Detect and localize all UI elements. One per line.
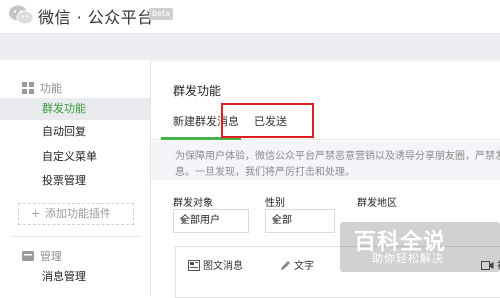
annotation-highlight-box [221,103,314,138]
news-icon [188,260,200,271]
add-plugin-label: 添加功能插件 [45,207,111,220]
grid-icon [22,82,34,94]
news-message-tool[interactable]: 图文消息 [188,257,243,272]
sidebar-item-label: 自定义菜单 [42,150,97,163]
top-bar: 微信 · 公众平台 beta [0,0,500,33]
add-plugin-button[interactable]: + 添加功能插件 [18,203,134,225]
gender-select[interactable]: 全部 ▼ [265,209,335,233]
notice-line-2: 息。一旦发现，我们将严厉打击和处理。 [175,167,355,178]
chevron-down-icon: ▼ [180,216,187,225]
text-tool[interactable]: 文字 [280,257,314,272]
brand-title: 微信 · 公众平台 [38,8,154,27]
pencil-icon [281,261,290,270]
beta-badge: beta [149,8,174,20]
target-audience-select[interactable]: 全部用户 ▼ [173,209,249,233]
management-icon [22,251,34,261]
notice-line-1: 为保障用户体验，微信公众平台严禁恶意营销以及诱导分享朋友圈，严禁发布 [175,151,500,162]
chevron-down-icon: ▼ [272,216,279,225]
sidebar-item-custom-menu[interactable]: 自定义菜单 [0,146,150,168]
sidebar-section-title: 功能 [40,82,62,95]
sidebar-item-vote-management[interactable]: 投票管理 [0,170,150,192]
notice-banner: 为保障用户体验，微信公众平台严禁恶意营销以及诱导分享朋友圈，严禁发布 息。一旦发… [151,141,500,180]
sidebar-item-message-management[interactable]: 消息管理 [0,266,150,288]
sidebar-item-label: 投票管理 [42,174,86,187]
gender-label: 性别 [265,198,285,209]
sidebar-divider [12,236,140,237]
sidebar-item-label: 自动回复 [42,125,86,138]
plus-icon: + [31,207,41,220]
target-audience-label: 群发对象 [173,198,213,209]
page-title: 群发功能 [173,84,222,98]
sidebar-item-label: 消息管理 [42,270,86,283]
header-strip [0,33,500,61]
sidebar: 功能 群发功能 自动回复 自定义菜单 投票管理 + 添加功能插件 管理 消息管理 [0,60,151,296]
watermark: 百科全说 助你轻松解决 [340,222,500,272]
news-tool-label: 图文消息 [203,261,243,272]
region-label: 群发地区 [357,198,397,209]
watermark-subtitle: 助你轻松解决 [372,252,444,265]
wechat-logo-icon [9,5,34,25]
sidebar-item-label: 群发功能 [42,102,86,115]
text-tool-label: 文字 [294,261,314,272]
sidebar-item-auto-reply[interactable]: 自动回复 [0,121,150,143]
sidebar-section-title: 管理 [40,250,62,263]
sidebar-item-mass-send[interactable]: 群发功能 [0,98,150,120]
